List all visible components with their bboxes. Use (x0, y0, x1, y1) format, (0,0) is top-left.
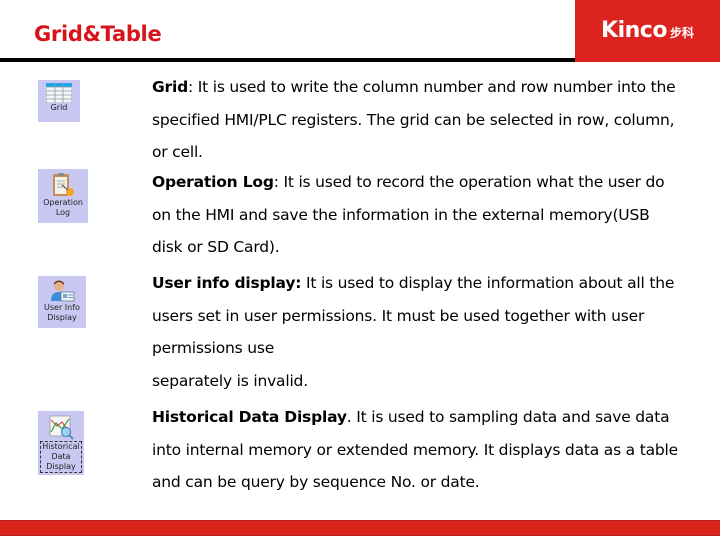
icon-label: Operation (43, 198, 83, 207)
page-title: Grid&Table (34, 22, 162, 46)
icon-label: Log (55, 208, 71, 217)
grid-description: Grid: It is used to write the column num… (152, 71, 682, 169)
icon-label: Display (47, 313, 77, 322)
icon-label: Historical (42, 442, 80, 451)
separator: . (346, 408, 357, 426)
operation-log-description: Operation Log: It is used to record the … (152, 166, 682, 264)
title-divider (0, 58, 576, 62)
icon-label: Data (51, 452, 71, 461)
term: Operation Log (152, 173, 274, 191)
user-info-display-icon: User Info Display (38, 276, 86, 328)
footer-bar (0, 520, 720, 536)
description-text-line2: separately is invalid. (152, 371, 308, 390)
grid-icon: Grid (38, 80, 80, 122)
operation-log-icon: Operation Log (38, 169, 88, 223)
historical-data-description: Historical Data Display. It is used to s… (152, 401, 682, 499)
icon-label-box: Historical Data Display (40, 441, 82, 473)
description-text: It is used to write the column number an… (152, 78, 676, 161)
icon-label: Display (46, 462, 76, 471)
historical-data-display-icon: Historical Data Display (38, 411, 84, 475)
separator: : (273, 173, 284, 191)
logo-text-cn: 步科 (669, 25, 694, 40)
icon-label: Grid (50, 103, 68, 112)
term: User info display: (152, 274, 302, 292)
kinco-logo: Kinco 步科 (575, 0, 720, 62)
term: Historical Data Display (152, 408, 347, 426)
clipboard-icon (53, 173, 74, 196)
user-info-description: User info display: It is used to display… (152, 267, 682, 397)
chart-magnifier-icon (49, 415, 74, 440)
separator: : (187, 78, 198, 96)
icon-label: User Info (44, 303, 80, 312)
logo-text: Kinco (601, 17, 667, 43)
table-glyph-icon (46, 83, 72, 103)
term: Grid (152, 78, 188, 96)
user-card-icon (51, 280, 75, 302)
